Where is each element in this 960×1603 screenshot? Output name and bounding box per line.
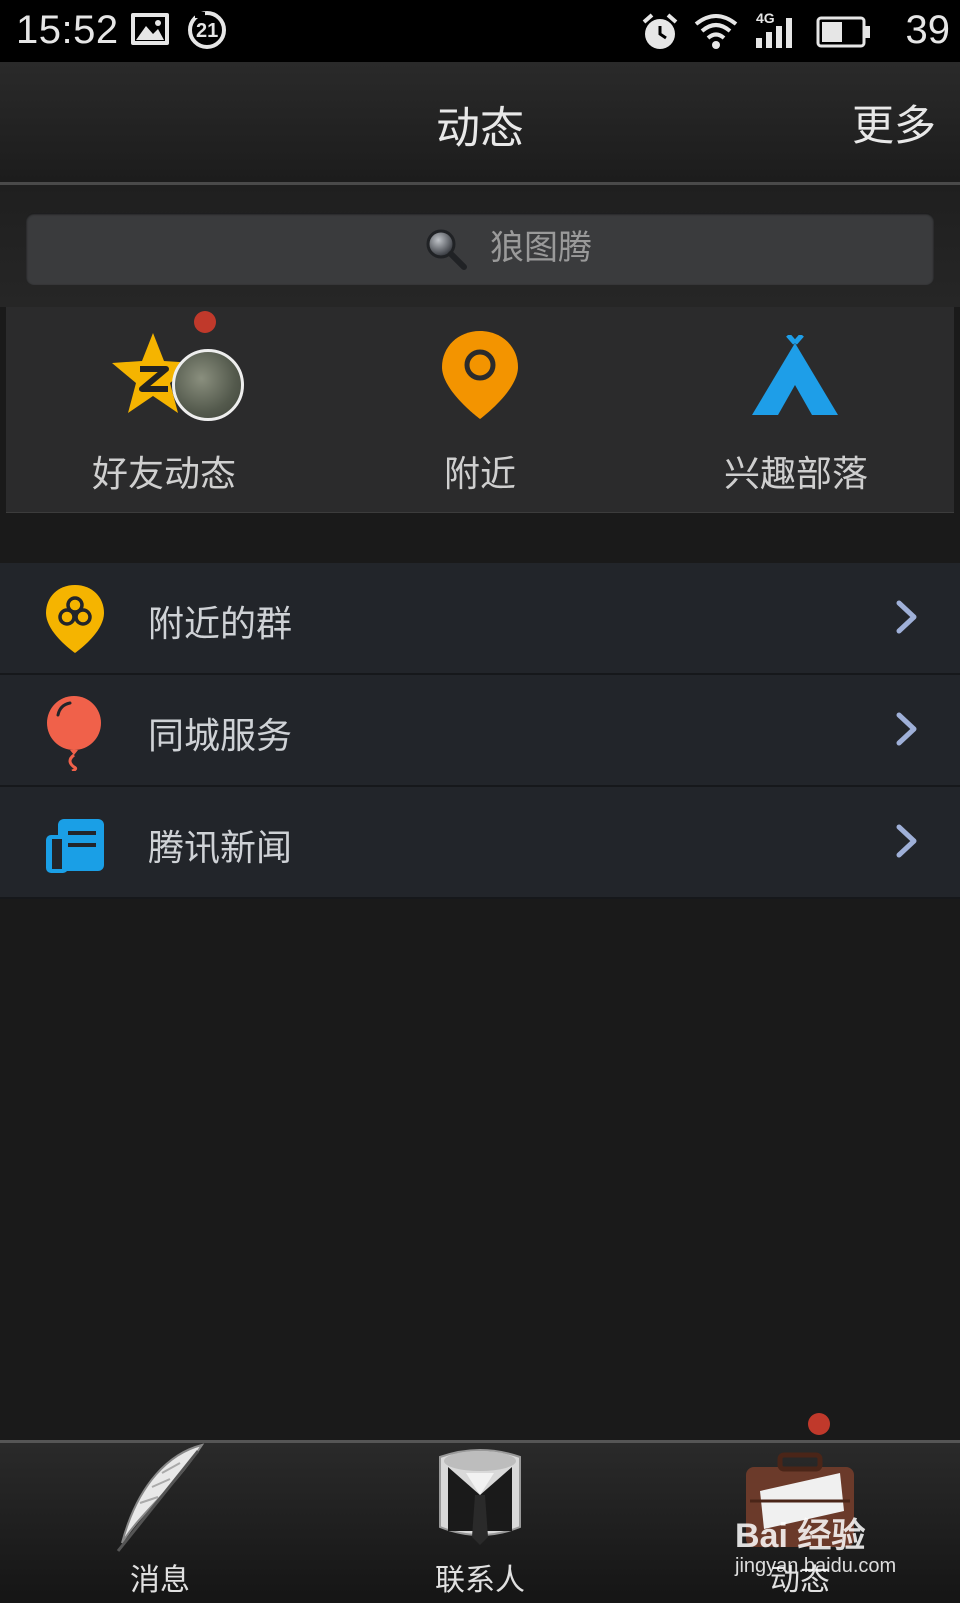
quick-nearby[interactable]: 附近 bbox=[322, 307, 638, 512]
chevron-right-icon bbox=[894, 599, 920, 639]
page-title: 动态 bbox=[436, 103, 524, 154]
more-button[interactable]: 更多 bbox=[852, 92, 936, 153]
nearby-group-icon bbox=[44, 583, 106, 655]
battery-icon bbox=[816, 16, 872, 53]
tab-label: 消息 bbox=[130, 1563, 190, 1598]
quick-actions: 好友动态 附近 兴趣部落 bbox=[6, 307, 954, 513]
list-item-label: 腾讯新闻 bbox=[148, 828, 293, 869]
notification-dot bbox=[194, 311, 216, 333]
tab-contacts[interactable]: 联系人 bbox=[320, 1443, 640, 1603]
chevron-right-icon bbox=[894, 823, 920, 863]
feather-icon bbox=[110, 1443, 210, 1557]
quick-label: 兴趣部落 bbox=[723, 454, 868, 495]
quick-label: 好友动态 bbox=[91, 454, 236, 495]
title-bar: 动态 更多 bbox=[0, 62, 960, 185]
search-section bbox=[0, 185, 960, 307]
wifi-icon bbox=[694, 12, 738, 57]
search-input[interactable] bbox=[488, 227, 792, 269]
notification-count: 21 bbox=[196, 20, 219, 42]
tab-messages[interactable]: 消息 bbox=[0, 1443, 320, 1603]
quick-friends-feed[interactable]: 好友动态 bbox=[6, 307, 322, 512]
quick-interest-tribe[interactable]: 兴趣部落 bbox=[638, 307, 954, 512]
location-pin-icon bbox=[440, 329, 520, 425]
watermark: Bai 经验 jingyan.baidu.com bbox=[735, 1508, 896, 1578]
tent-icon bbox=[748, 333, 842, 421]
avatar bbox=[172, 349, 244, 421]
notification-dot bbox=[808, 1413, 830, 1435]
status-bar: 15:52 21 4G 39 bbox=[0, 0, 960, 62]
quick-label: 附近 bbox=[443, 454, 516, 495]
watermark-brand: Bai 经验 bbox=[735, 1517, 866, 1555]
signal-icon bbox=[754, 12, 800, 57]
news-icon bbox=[44, 817, 106, 889]
alarm-icon bbox=[640, 12, 680, 57]
search-bar[interactable] bbox=[26, 213, 934, 285]
chevron-right-icon bbox=[894, 711, 920, 751]
list-item-nearby-groups[interactable]: 附近的群 bbox=[0, 563, 960, 675]
search-icon bbox=[424, 227, 468, 275]
list-item-city-services[interactable]: 同城服务 bbox=[0, 675, 960, 787]
feature-list: 附近的群 同城服务 腾讯新闻 bbox=[0, 563, 960, 899]
shirt-tie-icon bbox=[430, 1447, 530, 1559]
list-item-label: 同城服务 bbox=[148, 716, 293, 757]
balloon-icon bbox=[44, 695, 106, 773]
list-item-tencent-news[interactable]: 腾讯新闻 bbox=[0, 787, 960, 899]
gallery-icon bbox=[130, 12, 170, 51]
status-time: 15:52 bbox=[16, 8, 119, 52]
watermark-url: jingyan.baidu.com bbox=[735, 1555, 897, 1577]
battery-level: 39 bbox=[905, 8, 951, 52]
list-item-label: 附近的群 bbox=[148, 604, 293, 645]
tab-label: 联系人 bbox=[435, 1563, 525, 1598]
